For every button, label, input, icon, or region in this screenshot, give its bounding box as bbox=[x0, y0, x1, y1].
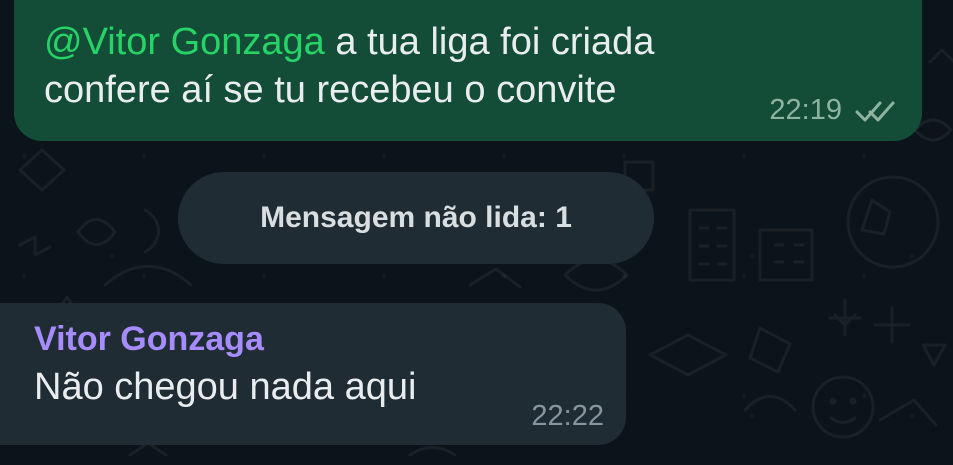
incoming-message-text: Não chegou nada aqui bbox=[34, 366, 417, 408]
outgoing-message-bubble[interactable]: @Vitor Gonzaga a tua liga foi criada con… bbox=[14, 0, 922, 141]
unread-messages-label: Mensagem não lida: 1 bbox=[260, 201, 572, 234]
incoming-message-bubble[interactable]: Vitor Gonzaga Não chegou nada aqui 22:22 bbox=[0, 303, 626, 445]
unread-messages-separator: Mensagem não lida: 1 bbox=[178, 172, 654, 264]
chat-area[interactable]: @Vitor Gonzaga a tua liga foi criada con… bbox=[0, 0, 953, 465]
outgoing-message-text: a tua liga foi criada bbox=[324, 21, 655, 63]
double-check-icon bbox=[855, 101, 895, 121]
outgoing-message-meta: 22:19 bbox=[769, 94, 896, 127]
mention-link[interactable]: @Vitor Gonzaga bbox=[44, 21, 325, 63]
outgoing-message-time: 22:19 bbox=[769, 94, 842, 126]
incoming-message-time: 22:22 bbox=[531, 400, 604, 432]
sender-name[interactable]: Vitor Gonzaga bbox=[34, 319, 598, 359]
outgoing-message-line-2: confere aí se tu recebeu o convite bbox=[44, 69, 617, 111]
outgoing-message-line-1: @Vitor Gonzaga a tua liga foi criada bbox=[44, 18, 894, 66]
